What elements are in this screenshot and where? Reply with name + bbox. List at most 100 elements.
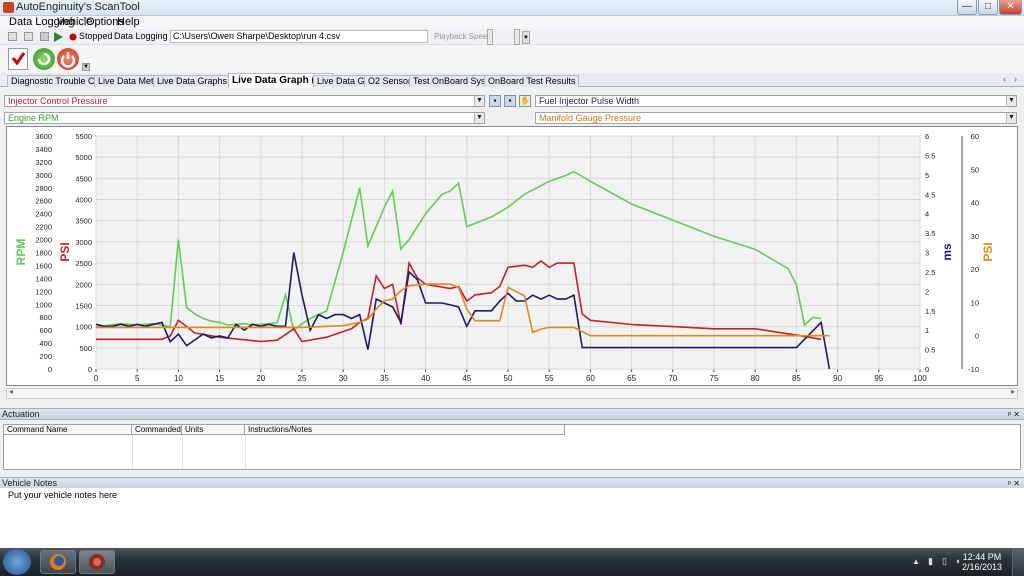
grid-divider bbox=[245, 435, 246, 469]
x-tick-label: 95 bbox=[874, 374, 883, 383]
psi_right-tick-label: -10 bbox=[968, 365, 979, 374]
scroll-left-icon[interactable]: ◂ bbox=[9, 387, 13, 396]
dropdown-arrow-icon: ▼ bbox=[1006, 113, 1016, 123]
grid-divider bbox=[182, 435, 183, 469]
close-button[interactable]: ✕ bbox=[999, 0, 1022, 15]
menu-help[interactable]: Help bbox=[117, 16, 140, 28]
psi_left-tick-label: 3500 bbox=[75, 217, 92, 226]
x-tick-label: 65 bbox=[627, 374, 636, 383]
column-units[interactable]: Units bbox=[182, 425, 245, 435]
ms-tick-label: 4.5 bbox=[925, 190, 935, 199]
taskbar-clock[interactable]: 12:44 PM 2/16/2013 bbox=[962, 552, 1002, 572]
rpm-tick-label: 600 bbox=[39, 326, 52, 335]
rpm-tick-label: 2400 bbox=[35, 210, 52, 219]
scroll-right-icon[interactable]: ▸ bbox=[1011, 387, 1015, 396]
tab-bar: Diagnostic Trouble Codes Live Data Meter… bbox=[0, 73, 1024, 88]
x-tick-label: 25 bbox=[298, 374, 307, 383]
column-instructions-notes[interactable]: Instructions/Notes bbox=[245, 425, 565, 435]
psi_left-axis-label: PSI bbox=[58, 242, 72, 261]
psi_left-tick-label: 500 bbox=[79, 344, 92, 353]
psi_left-tick-label: 4000 bbox=[75, 196, 92, 205]
rpm-tick-label: 3400 bbox=[35, 145, 52, 154]
graph-option-button-2[interactable]: ▪ bbox=[504, 95, 516, 107]
logging-status: Stopped bbox=[79, 31, 113, 41]
actuation-grid: Command Name Commanded Units Instruction… bbox=[3, 424, 1021, 470]
stopped-indicator-icon bbox=[69, 33, 77, 41]
psi_right-tick-label: 40 bbox=[971, 199, 979, 208]
psi_left-tick-label: 2000 bbox=[75, 280, 92, 289]
x-tick-label: 10 bbox=[174, 374, 183, 383]
psi_left-tick-label: 0 bbox=[88, 365, 92, 374]
tab-onboard-test-results[interactable]: OnBoard Test Results bbox=[484, 75, 580, 87]
actuation-title: Actuation bbox=[2, 409, 40, 419]
pause-icon[interactable] bbox=[8, 32, 17, 41]
pid-select-bottom-right[interactable]: Manifold Gauge Pressure ▼ bbox=[535, 112, 1017, 124]
x-tick-label: 0 bbox=[94, 374, 99, 383]
vehicle-notes-textarea[interactable]: Put your vehicle notes here bbox=[0, 488, 1024, 548]
rpm-tick-label: 200 bbox=[39, 352, 52, 361]
playback-slider-right[interactable] bbox=[514, 29, 520, 45]
column-commanded[interactable]: Commanded bbox=[132, 425, 182, 435]
windows-start-icon[interactable] bbox=[3, 549, 31, 575]
pid-select-top-right[interactable]: Fuel Injector Pulse Width ▼ bbox=[535, 95, 1017, 107]
pid-select-bottom-left[interactable]: Engine RPM ▼ bbox=[4, 112, 485, 124]
show-desktop-button[interactable] bbox=[1012, 548, 1024, 576]
graph-horizontal-scrollbar[interactable]: ◂ ▸ bbox=[6, 387, 1018, 399]
ms-tick-label: 5 bbox=[925, 171, 929, 180]
graph-pan-icon[interactable]: ✋ bbox=[519, 95, 531, 107]
psi_left-tick-label: 5000 bbox=[75, 153, 92, 162]
rpm-tick-label: 2200 bbox=[35, 223, 52, 232]
ms-tick-label: 2.5 bbox=[925, 268, 935, 277]
playback-slider-left[interactable] bbox=[487, 29, 493, 45]
rpm-tick-label: 3600 bbox=[35, 132, 52, 141]
dropdown-arrow-icon: ▼ bbox=[474, 96, 484, 106]
maximize-button[interactable]: □ bbox=[978, 0, 998, 15]
stop-icon[interactable] bbox=[24, 32, 33, 41]
x-tick-label: 100 bbox=[913, 374, 927, 383]
logging-file-path[interactable]: C:\Users\Owen Sharpe\Desktop\run 4.csv bbox=[170, 30, 428, 43]
scantool-taskbar-icon[interactable] bbox=[79, 550, 115, 574]
column-command-name[interactable]: Command Name bbox=[4, 425, 132, 435]
volume-icon[interactable]: ◖ bbox=[955, 556, 960, 566]
window-title: AutoEnginuity's ScanTool bbox=[16, 1, 140, 13]
playback-dropdown-icon[interactable]: ▼ bbox=[522, 31, 530, 44]
checklist-icon[interactable] bbox=[8, 48, 28, 70]
graph-option-button-1[interactable]: ▪ bbox=[489, 95, 501, 107]
minimize-button[interactable]: — bbox=[957, 0, 977, 15]
windows-taskbar: ▲ ▮ ▯ ◖ 12:44 PM 2/16/2013 bbox=[0, 548, 1024, 576]
record-icon[interactable] bbox=[40, 32, 49, 41]
ms-tick-label: 0 bbox=[925, 365, 929, 374]
rpm-tick-label: 400 bbox=[39, 339, 52, 348]
tab-scroll-left-icon[interactable]: ‹ bbox=[1003, 74, 1006, 84]
toolbar-overflow-icon[interactable]: ▼ bbox=[82, 63, 90, 71]
pin-close-icon[interactable]: ᵖ ✕ bbox=[1008, 409, 1020, 420]
battery-icon[interactable]: ▮ bbox=[928, 556, 933, 567]
firefox-taskbar-icon[interactable] bbox=[40, 550, 76, 574]
network-icon[interactable]: ▯ bbox=[942, 556, 947, 567]
rpm-tick-label: 2000 bbox=[35, 236, 52, 245]
rpm-tick-label: 0 bbox=[48, 365, 52, 374]
x-tick-label: 5 bbox=[135, 374, 140, 383]
refresh-icon[interactable] bbox=[33, 48, 55, 70]
tray-expand-icon[interactable]: ▲ bbox=[912, 557, 920, 566]
rpm-tick-label: 800 bbox=[39, 313, 52, 322]
ms-tick-label: 3.5 bbox=[925, 229, 935, 238]
x-tick-label: 90 bbox=[833, 374, 842, 383]
pid-select-top-left[interactable]: Injector Control Pressure ▼ bbox=[4, 95, 485, 107]
play-icon[interactable] bbox=[54, 32, 63, 42]
tab-scroll-right-icon[interactable]: › bbox=[1014, 74, 1017, 84]
vehicle-notes-title: Vehicle Notes bbox=[2, 478, 58, 488]
ms-tick-label: 3 bbox=[925, 249, 929, 258]
ms-tick-label: 6 bbox=[925, 132, 929, 141]
grid-divider bbox=[132, 435, 133, 469]
x-tick-label: 60 bbox=[586, 374, 595, 383]
x-tick-label: 40 bbox=[421, 374, 430, 383]
rpm-tick-label: 3200 bbox=[35, 158, 52, 167]
x-tick-label: 70 bbox=[668, 374, 677, 383]
actuation-header: Actuation ᵖ ✕ bbox=[0, 408, 1024, 420]
psi_right-tick-label: 60 bbox=[971, 132, 979, 141]
power-icon[interactable] bbox=[57, 48, 79, 70]
x-tick-label: 20 bbox=[256, 374, 265, 383]
psi_right-axis-label: PSI bbox=[981, 242, 995, 261]
x-tick-label: 85 bbox=[792, 374, 801, 383]
